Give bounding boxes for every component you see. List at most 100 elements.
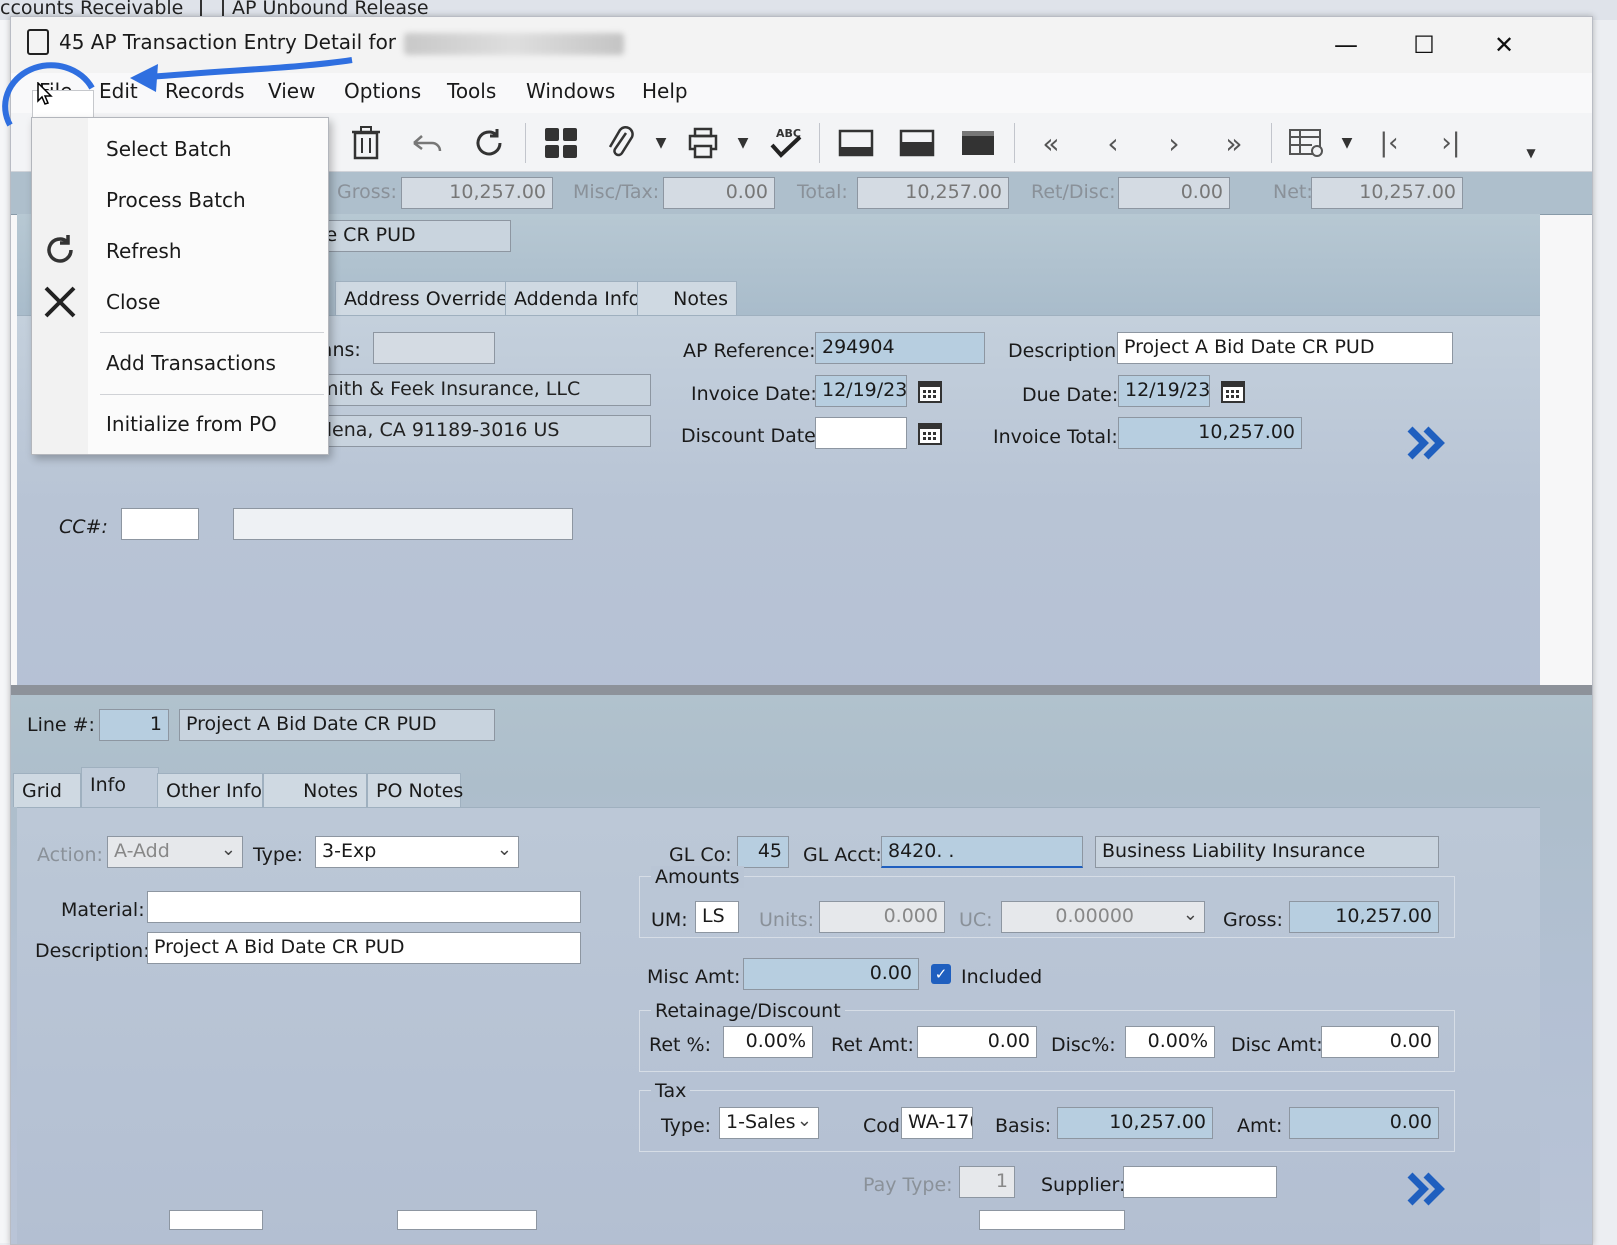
menu-view[interactable]: View	[264, 79, 319, 103]
gl-co-field[interactable]: 45	[737, 836, 789, 868]
tab-grid[interactable]: Grid	[13, 773, 81, 807]
invoice-total-label: Invoice Total:	[993, 426, 1118, 448]
menu-help[interactable]: Help	[638, 79, 692, 103]
menu-windows[interactable]: Windows	[522, 79, 619, 103]
cc-field[interactable]	[121, 508, 199, 540]
menu-options[interactable]: Options	[340, 79, 425, 103]
invoice-date-label: Invoice Date:	[691, 383, 817, 405]
action-select: A-Add ⌄	[107, 836, 243, 868]
tax-amt-field[interactable]: 0.00	[1289, 1107, 1439, 1139]
tab-po-notes[interactable]: PO Notes	[367, 773, 463, 807]
line-gross-field[interactable]: 10,257.00	[1289, 901, 1439, 933]
invoice-total-field[interactable]: 10,257.00	[1118, 417, 1302, 449]
grid-settings-icon[interactable]	[1287, 123, 1327, 163]
print-icon[interactable]	[683, 123, 723, 163]
misc-amt-field[interactable]: 0.00	[743, 958, 919, 990]
layout-full-icon[interactable]	[958, 123, 998, 163]
uc-field: 0.00000 ⌄	[1001, 901, 1205, 933]
line-type-select[interactable]: 3-Exp ⌄	[315, 836, 519, 868]
tab-other-info[interactable]: Other Info	[157, 773, 263, 807]
tab-notes[interactable]: Notes	[637, 281, 737, 315]
included-checkbox[interactable]: ✓	[931, 964, 951, 984]
batch-description-field[interactable]: te CR PUD	[311, 220, 511, 252]
mouse-cursor-icon	[37, 81, 53, 106]
line-description-label: Description:	[35, 940, 150, 962]
grid-settings-dropdown-icon[interactable]: ▼	[1337, 123, 1357, 163]
invoice-date-field[interactable]: 12/19/23	[815, 375, 907, 407]
menu-item-select-batch[interactable]: Select Batch	[106, 137, 232, 161]
material-field[interactable]	[147, 891, 581, 923]
gl-co-label: GL Co:	[669, 844, 732, 866]
toolbar-overflow-icon[interactable]: ▼	[1521, 143, 1541, 163]
tax-code-field[interactable]: WA-170	[901, 1107, 973, 1139]
disc-pct-field[interactable]: 0.00%	[1125, 1026, 1215, 1058]
last-record-icon[interactable]: »	[1214, 123, 1254, 163]
background-left-strip	[0, 20, 10, 1243]
tab-info[interactable]: Info	[81, 767, 159, 807]
layout-bottom-icon[interactable]	[836, 123, 876, 163]
ret-pct-field[interactable]: 0.00%	[723, 1026, 813, 1058]
gl-acct-field[interactable]: 8420. .	[881, 836, 1083, 868]
ret-amt-field[interactable]: 0.00	[917, 1026, 1037, 1058]
line-description-field[interactable]: Project A Bid Date CR PUD	[147, 932, 581, 964]
due-date-calendar-icon[interactable]	[1220, 378, 1246, 404]
tax-basis-field[interactable]: 10,257.00	[1057, 1107, 1213, 1139]
delete-icon[interactable]	[346, 123, 386, 163]
header-more-icon[interactable]	[1405, 420, 1451, 466]
menu-tools[interactable]: Tools	[443, 79, 500, 103]
minimize-button[interactable]: —	[1316, 25, 1376, 65]
menu-edit[interactable]: Edit	[95, 79, 142, 103]
discount-date-calendar-icon[interactable]	[917, 420, 943, 446]
tab-address-overrides[interactable]: Address Overrides	[335, 281, 527, 315]
attachment-dropdown-icon[interactable]: ▼	[651, 123, 671, 163]
tab-addenda-info[interactable]: Addenda Info	[505, 281, 650, 315]
previous-record-icon[interactable]: ‹	[1093, 123, 1133, 163]
bottom-field-3[interactable]	[979, 1210, 1125, 1230]
bottom-field-1[interactable]	[169, 1210, 263, 1230]
ap-reference-field[interactable]: 294904	[815, 332, 985, 364]
um-field[interactable]: LS	[695, 901, 739, 933]
grid-icon[interactable]	[541, 123, 581, 163]
refresh-icon[interactable]	[469, 123, 509, 163]
menu-item-add-transactions[interactable]: Add Transactions	[106, 351, 276, 375]
tab-line-notes[interactable]: Notes	[263, 773, 367, 807]
menu-item-process-batch[interactable]: Process Batch	[106, 188, 246, 212]
disc-amt-field[interactable]: 0.00	[1321, 1026, 1439, 1058]
menu-item-refresh[interactable]: Refresh	[106, 239, 182, 263]
tax-type-select[interactable]: 1-Sales ⌄	[719, 1107, 819, 1139]
line-description-display: Project A Bid Date CR PUD	[179, 709, 495, 741]
last-line-icon[interactable]: ›|	[1431, 123, 1471, 163]
pane-splitter[interactable]	[11, 685, 1592, 695]
ret-amt-label: Ret Amt:	[831, 1034, 914, 1056]
menu-item-close[interactable]: Close	[106, 290, 160, 314]
background-right-strip	[1591, 20, 1617, 1243]
attachment-icon[interactable]	[601, 123, 641, 163]
line-more-icon[interactable]	[1405, 1166, 1451, 1212]
bottom-field-2[interactable]	[397, 1210, 537, 1230]
toolbar-separator	[819, 123, 820, 163]
toolbar-separator	[525, 123, 526, 163]
first-line-icon[interactable]: |‹	[1369, 123, 1409, 163]
next-record-icon[interactable]: ›	[1154, 123, 1194, 163]
maximize-button[interactable]: ☐	[1394, 25, 1454, 65]
invoice-description-field[interactable]: Project A Bid Date CR PUD	[1117, 332, 1453, 364]
menu-records[interactable]: Records	[161, 79, 249, 103]
type-label: Type:	[253, 844, 304, 866]
tax-type-label: Type:	[661, 1115, 712, 1137]
undo-icon[interactable]	[407, 123, 447, 163]
due-date-field[interactable]: 12/19/23	[1118, 375, 1210, 407]
menu-item-initialize-from-po[interactable]: Initialize from PO	[106, 412, 277, 436]
invoice-date-calendar-icon[interactable]	[917, 378, 943, 404]
close-window-button[interactable]: ✕	[1474, 25, 1534, 65]
tax-group-label: Tax	[651, 1080, 691, 1102]
discount-date-field[interactable]	[815, 417, 907, 449]
line-number-field[interactable]: 1	[99, 709, 169, 741]
layout-split-icon[interactable]	[897, 123, 937, 163]
first-record-icon[interactable]: «	[1031, 123, 1071, 163]
menu-separator	[100, 332, 324, 333]
spellcheck-icon[interactable]: ABC	[766, 123, 806, 163]
gl-acct-description: Business Liability Insurance	[1095, 836, 1439, 868]
print-dropdown-icon[interactable]: ▼	[733, 123, 753, 163]
supplier-field[interactable]	[1123, 1166, 1277, 1198]
tax-basis-label: Basis:	[995, 1115, 1052, 1137]
